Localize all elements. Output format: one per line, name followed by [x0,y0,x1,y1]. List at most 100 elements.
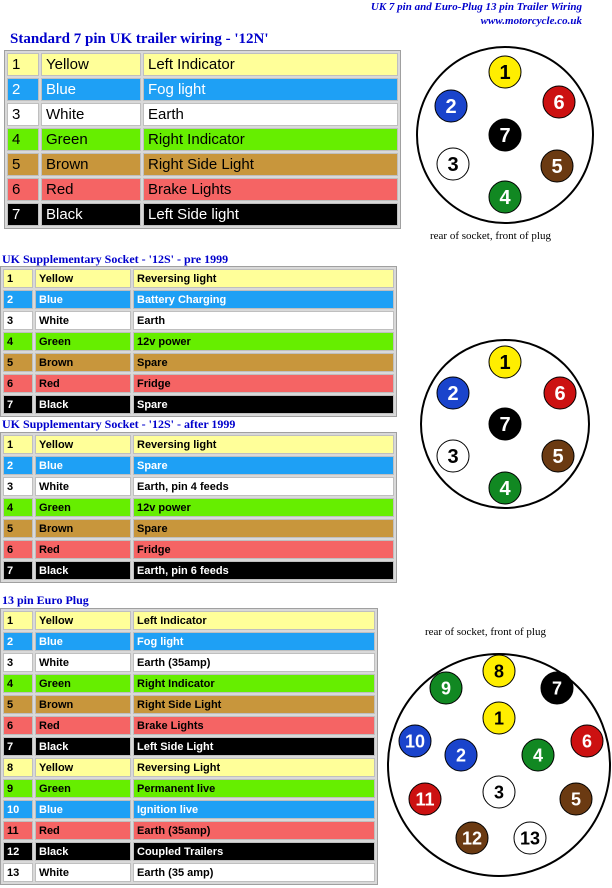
pin-function: Spare [133,395,394,414]
pin-function: Fridge [133,374,394,393]
pin-function: Right Indicator [143,128,398,151]
pin-label: 9 [441,678,451,698]
seven-pin-diagram-12n: 1 2 3 4 5 6 7 [416,46,594,224]
pin-7: 7 [488,118,522,152]
pin-number: 13 [3,863,33,882]
pin-function: Reversing Light [133,758,375,777]
section-title-13pin: 13 pin Euro Plug [2,593,89,607]
pin-function: Earth [133,311,394,330]
pin-2: 2 [436,376,470,410]
seven-pin-diagram-12s: 1 2 3 4 5 6 7 [420,339,590,509]
pin-function: 12v power [133,332,394,351]
pin-number: 4 [3,332,33,351]
table-row: 4 Green Right Indicator [3,674,375,693]
pin-function: Right Indicator [133,674,375,693]
table-row: 6 Red Fridge [3,374,394,393]
pin-number: 1 [3,269,33,288]
pin-number: 4 [3,498,33,517]
pin-function: Earth, pin 6 feeds [133,561,394,580]
diagram-caption-13pin: rear of socket, front of plug [425,626,546,638]
pin-label: 3 [494,782,504,802]
pin-function: Left Indicator [133,611,375,630]
table-row: 7 Black Earth, pin 6 feeds [3,561,394,580]
pin-function: Spare [133,519,394,538]
table-row: 3 White Earth [7,103,398,126]
pin-number: 5 [7,153,39,176]
pin-function: Earth, pin 4 feeds [133,477,394,496]
table-row: 10 Blue Ignition live [3,800,375,819]
table-row: 6 Red Brake Lights [7,178,398,201]
pin-function: Brake Lights [133,716,375,735]
table-row: 1 Yellow Reversing light [3,435,394,454]
pin-function: Reversing light [133,435,394,454]
pin-function: Brake Lights [143,178,398,201]
pin-function: Right Side Light [133,695,375,714]
pin-11: 11 [408,782,442,816]
pin-label: 12 [462,828,482,848]
wiring-table-12n: 1 Yellow Left Indicator 2 Blue Fog light 3 Whit… [4,50,401,229]
pin-label: 1 [499,62,510,84]
table-row: 4 Green 12v power [3,498,394,517]
wire-color: Black [35,842,131,861]
table-row: 2 Blue Fog light [7,78,398,101]
table-row: 12 Black Coupled Trailers [3,842,375,861]
table-row: 8 Yellow Reversing Light [3,758,375,777]
thirteen-pin-diagram: 123456789101112 13 [387,653,611,877]
wire-color: White [35,863,131,882]
pin-function: Fog light [143,78,398,101]
table-row: 1 Yellow Left Indicator [7,53,398,76]
table-row: 6 Red Brake Lights [3,716,375,735]
diagram-caption-12n: rear of socket, front of plug [430,230,551,242]
pin-number: 2 [7,78,39,101]
wire-color: White [41,103,141,126]
pin-label: 6 [554,383,565,405]
pin-label: 13 [520,828,540,848]
wire-color: Yellow [35,611,131,630]
pin-label: 1 [494,708,504,728]
wire-color: Yellow [41,53,141,76]
pin-number: 12 [3,842,33,861]
pin-1: 1 [482,701,516,735]
wire-color: Blue [41,78,141,101]
pin-label: 6 [553,92,564,114]
pin-function: Left Indicator [143,53,398,76]
table-row: 2 Blue Fog light [3,632,375,651]
pin-number: 1 [3,435,33,454]
wire-color: Blue [35,290,131,309]
pin-function: Spare [133,353,394,372]
pin-label: 1 [499,352,510,374]
pin-2: 2 [434,89,468,123]
wire-color: Red [35,716,131,735]
pin-function: Coupled Trailers [133,842,375,861]
wire-color: Brown [35,519,131,538]
wire-color: Blue [35,800,131,819]
pin-1: 1 [488,55,522,89]
wire-color: Red [35,821,131,840]
wire-color: Green [35,498,131,517]
pin-function: Earth (35amp) [133,653,375,672]
section-title-12s-after1999: UK Supplementary Socket - '12S' - after … [2,417,236,431]
pin-5: 5 [541,439,575,473]
wire-color: Yellow [35,758,131,777]
pin-label: 7 [552,678,562,698]
pin-label: 10 [405,731,425,751]
table-row: 7 Black Left Side light [7,203,398,226]
wiring-table-12s-pre1999: 1 Yellow Reversing light 2 Blue Battery Charg… [0,266,397,417]
pin-label: 8 [494,661,504,681]
table-row: 2 Blue Spare [3,456,394,475]
site-url[interactable]: www.motorcycle.co.uk [371,14,582,28]
table-row: 9 Green Permanent live [3,779,375,798]
pin-6: 6 [570,724,604,758]
pin-number: 4 [7,128,39,151]
pin-number: 2 [3,632,33,651]
wire-color: Green [35,674,131,693]
pin-13: 13 [513,821,547,855]
pin-function: 12v power [133,498,394,517]
pin-label: 4 [499,478,511,500]
table-row: 11 Red Earth (35amp) [3,821,375,840]
table-row: 3 White Earth (35amp) [3,653,375,672]
wire-color: Brown [41,153,141,176]
pin-label: 3 [447,154,458,176]
pin-number: 6 [3,716,33,735]
pin-number: 9 [3,779,33,798]
